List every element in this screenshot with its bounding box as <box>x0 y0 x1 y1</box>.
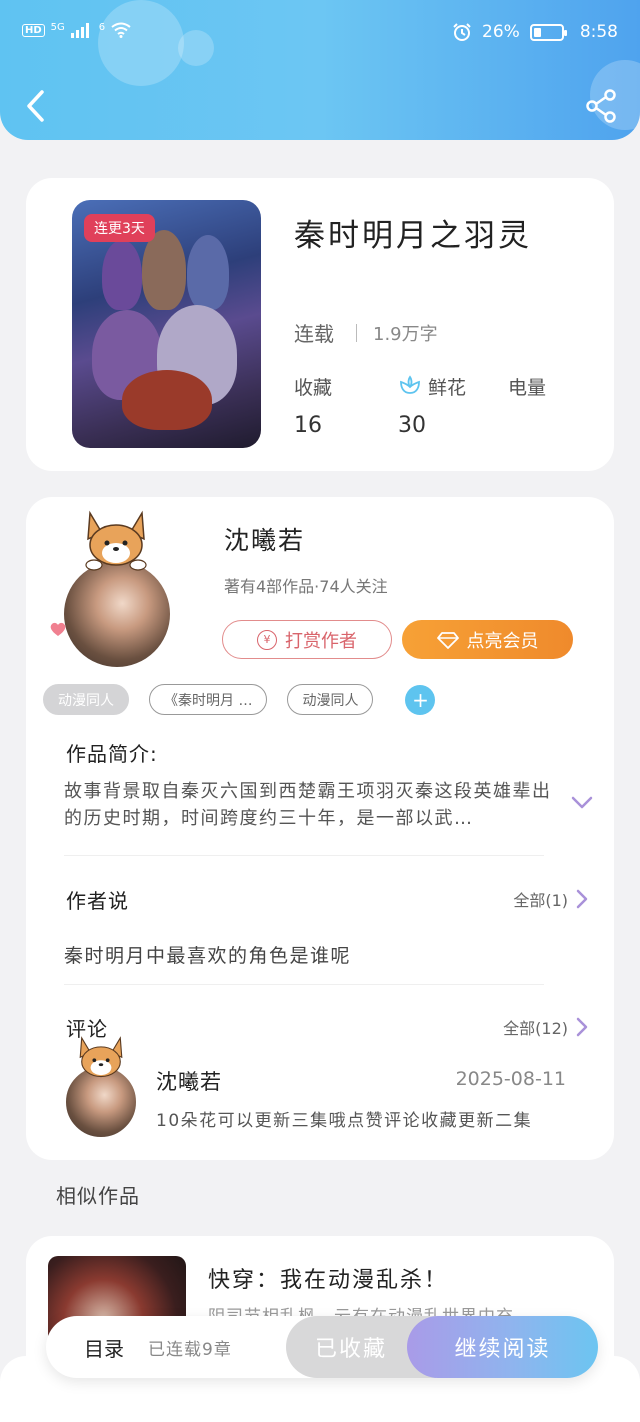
wifi-icon <box>111 22 131 38</box>
battery-percent: 26% <box>482 22 520 42</box>
divider <box>64 855 544 856</box>
signal-icon <box>70 22 89 38</box>
stat-favorites: 收藏 16 <box>294 373 333 439</box>
author-name[interactable]: 沈曦若 <box>224 521 305 557</box>
chevron-right-icon <box>576 889 588 909</box>
chapter-count: 已连载9章 <box>148 1340 232 1360</box>
all-label: 全部(1) <box>513 891 568 910</box>
update-badge: 连更3天 <box>84 214 155 242</box>
tag-item[interactable]: 《秦时明月 … <box>149 684 268 715</box>
corgi-frame-icon <box>79 1036 123 1078</box>
book-info-card: 连更3天 秦时明月之羽灵 连载 1.9万字 收藏 16 鲜花 30 电量 <box>26 178 614 471</box>
clock: 8:58 <box>579 22 618 42</box>
divider <box>356 323 357 342</box>
vip-button[interactable]: 点亮会员 <box>402 620 573 659</box>
diamond-icon <box>436 631 459 649</box>
bottom-action-bar: 目录 已连载9章 已收藏 继续阅读 <box>46 1316 598 1378</box>
vip-label: 点亮会员 <box>466 630 539 652</box>
tag-item[interactable]: 动漫同人 <box>287 684 374 715</box>
comments-all-link[interactable]: 全部(12) <box>503 1015 588 1039</box>
corgi-frame-icon <box>85 510 147 571</box>
similar-work-title: 快穿：我在动漫乱杀！ <box>208 1268 449 1293</box>
intro-text[interactable]: 故事背景取自秦灭六国到西楚霸王项羽灭秦这段英雄辈出的历史时期，时间跨度约三十年，… <box>64 778 554 832</box>
stat-label: 收藏 <box>294 376 333 399</box>
tag-item[interactable]: 动漫同人 <box>43 684 129 715</box>
hd-badge: HD <box>22 23 45 37</box>
all-label: 全部(12) <box>503 1019 568 1038</box>
flower-icon <box>400 375 420 394</box>
word-count: 1.9万字 <box>373 323 438 345</box>
battery-icon <box>529 23 567 41</box>
continue-reading-button[interactable]: 继续阅读 <box>407 1316 598 1378</box>
book-title: 秦时明月之羽灵 <box>294 218 532 254</box>
back-button[interactable] <box>22 88 50 124</box>
stat-power[interactable]: 电量 <box>508 373 546 413</box>
book-status-row: 连载 1.9万字 <box>294 318 438 347</box>
similar-works-title: 相似作品 <box>56 1184 140 1208</box>
avatar-photo <box>62 559 172 669</box>
tag-list: 动漫同人 《秦时明月 … 动漫同人 + <box>43 684 436 715</box>
wifi-label: 6 <box>98 22 106 33</box>
commenter-avatar[interactable] <box>56 1035 146 1147</box>
author-meta: 著有4部作品·74人关注 <box>224 577 388 596</box>
tip-label: 打赏作者 <box>285 630 357 652</box>
stat-label: 鲜花 <box>428 376 467 399</box>
details-card: 沈曦若 著有4部作品·74人关注 ¥ 打赏作者 点亮会员 动漫同人 《秦时明月 … <box>26 497 614 1160</box>
stat-value: 16 <box>294 413 322 438</box>
alarm-icon <box>453 23 471 41</box>
top-header: HD 5G 6 26% 8:58 <box>0 0 640 140</box>
add-tag-button[interactable]: + <box>405 684 436 715</box>
stat-label: 电量 <box>508 376 547 399</box>
intro-title: 作品简介: <box>66 742 158 766</box>
divider <box>64 984 544 985</box>
tip-author-button[interactable]: ¥ 打赏作者 <box>222 620 392 659</box>
stat-value: 30 <box>398 413 426 438</box>
comment-text[interactable]: 10朵花可以更新三集哦点赞评论收藏更新二集 <box>156 1106 532 1131</box>
commenter-name: 沈曦若 <box>156 1070 222 1094</box>
comment-date: 2025-08-11 <box>455 1068 566 1090</box>
serial-status: 连载 <box>294 322 334 346</box>
author-says-title: 作者说 <box>66 889 129 913</box>
yen-icon: ¥ <box>257 629 277 650</box>
heart-icon <box>50 622 66 636</box>
author-avatar[interactable] <box>48 509 208 669</box>
chevron-down-icon[interactable] <box>570 793 594 811</box>
share-button[interactable] <box>584 88 618 124</box>
author-says-text: 秦时明月中最喜欢的角色是谁呢 <box>64 945 352 967</box>
network-label: 5G <box>50 22 65 33</box>
chevron-right-icon <box>576 1017 588 1037</box>
table-of-contents-button[interactable]: 目录 <box>84 1333 124 1362</box>
author-says-all-link[interactable]: 全部(1) <box>513 887 588 911</box>
book-cover[interactable]: 连更3天 <box>72 200 261 448</box>
status-bar: HD 5G 6 26% 8:58 <box>22 22 618 48</box>
stat-flowers[interactable]: 鲜花 30 <box>398 373 466 438</box>
